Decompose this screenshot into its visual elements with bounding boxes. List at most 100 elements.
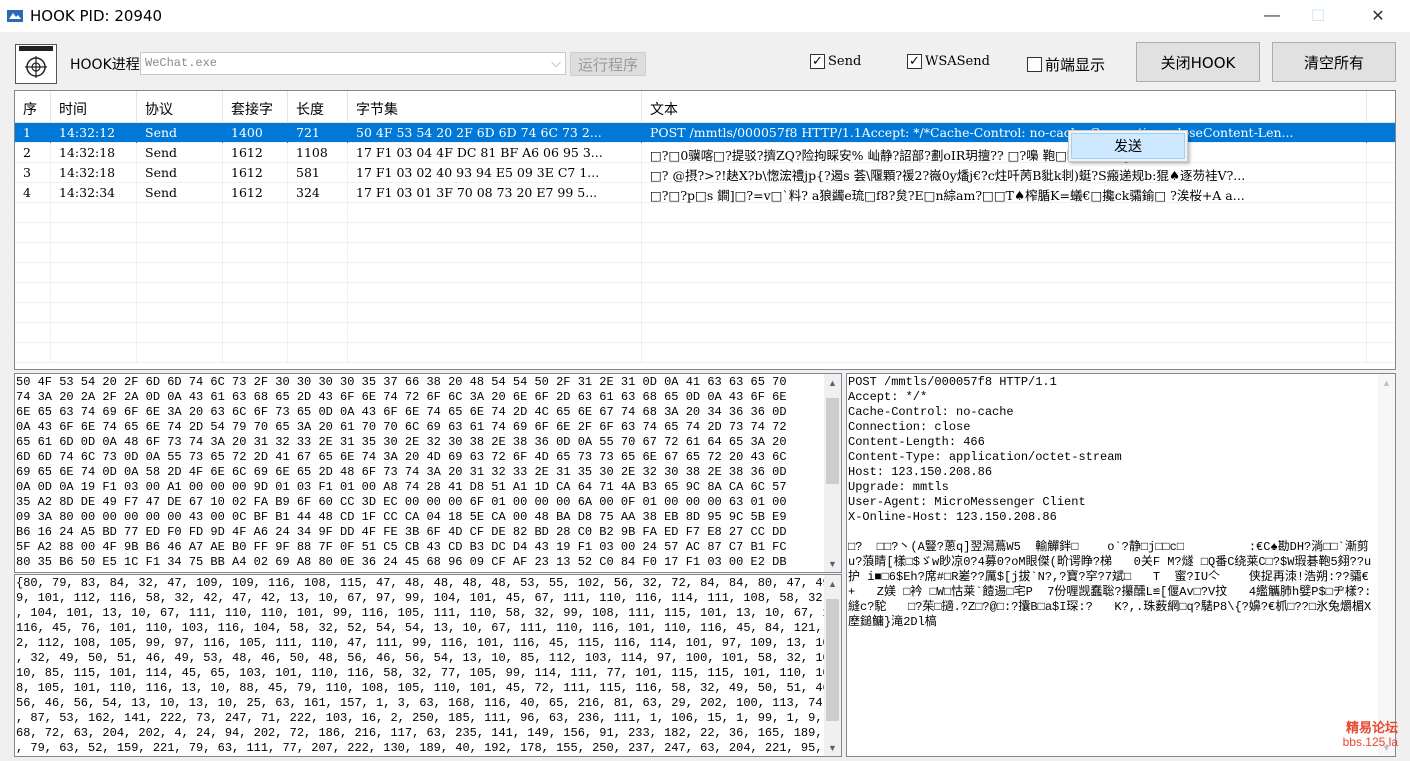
process-label: HOOK进程	[70, 57, 140, 73]
cell-filler	[1367, 323, 1395, 343]
wsasend-checkbox[interactable]: ✓ WSASend	[907, 54, 990, 69]
empty-table-row	[15, 263, 1395, 283]
cell-protocol: Send	[137, 143, 223, 163]
decimal-view-panel[interactable]: {80, 79, 83, 84, 32, 47, 109, 109, 116, …	[14, 574, 842, 757]
table-row[interactable]: 2 14:32:18 Send 1612 1108 17 F1 03 04 4F DC 8…	[15, 143, 1395, 163]
clear-all-button[interactable]: 清空所有	[1272, 42, 1396, 82]
chevron-down-icon[interactable]: ⌵	[551, 55, 561, 71]
run-program-button[interactable]: 运行程序	[570, 52, 646, 76]
cell-bytes	[348, 263, 642, 283]
close-hook-button[interactable]: 关闭HOOK	[1136, 42, 1260, 82]
context-menu: 发送	[1068, 130, 1188, 162]
cell-text: □?□0骥喀□?提驳?擠ZQ?险拘睬安% 屾静?詔部?劃oIR玥擅?? □?嘄 …	[642, 143, 1367, 163]
hex-view-panel[interactable]: 50 4F 53 54 20 2F 6D 6D 74 6C 73 2F 30 3…	[14, 373, 842, 573]
cell-length	[288, 263, 348, 283]
front-display-checkbox[interactable]: 前端显示	[1027, 54, 1105, 75]
cell-seq	[15, 303, 51, 323]
front-display-checkbox-box[interactable]	[1027, 57, 1042, 72]
cell-socket: 1612	[223, 143, 288, 163]
context-menu-send[interactable]: 发送	[1071, 133, 1185, 159]
hex-view-scroll-thumb[interactable]	[826, 398, 839, 484]
column-header-socket[interactable]: 套接字	[223, 91, 288, 123]
cell-text	[642, 323, 1367, 343]
cell-filler	[1367, 223, 1395, 243]
cell-bytes	[348, 243, 642, 263]
send-checkbox[interactable]: ✓ Send	[810, 54, 861, 69]
cell-socket	[223, 263, 288, 283]
cell-protocol	[137, 263, 223, 283]
text-line	[848, 525, 1373, 540]
decimal-view-scroll-thumb[interactable]	[826, 599, 839, 721]
cell-time: 14:32:34	[51, 183, 137, 203]
cell-socket: 1612	[223, 163, 288, 183]
text-line: X-Online-Host: 123.150.208.86	[848, 510, 1057, 524]
scroll-down-icon[interactable]: ▼	[824, 739, 841, 756]
cell-seq: 4	[15, 183, 51, 203]
column-header-protocol[interactable]: 协议	[137, 91, 223, 123]
text-line: , 79, 63, 52, 159, 221, 79, 63, 111, 77,…	[16, 741, 841, 755]
cell-seq: 3	[15, 163, 51, 183]
cell-socket: 1400	[223, 123, 288, 143]
send-checkbox-label: Send	[828, 54, 862, 69]
scroll-up-icon[interactable]: ▲	[824, 575, 841, 592]
scroll-up-icon[interactable]: ▲	[1378, 374, 1395, 391]
app-icon	[7, 10, 23, 22]
cell-filler	[1367, 263, 1395, 283]
table-row[interactable]: 1 14:32:12 Send 1400 721 50 4F 53 54 20 2F 6D…	[15, 123, 1395, 143]
cell-text	[642, 283, 1367, 303]
cell-text: □? @摂?>?!赽X?b\愡浤禮jp{?遏s 荟\隁顆?禐2?嶶0y燔j€?c…	[642, 163, 1367, 183]
text-line: , 32, 49, 50, 51, 46, 49, 53, 48, 46, 50…	[16, 651, 841, 665]
cell-seq	[15, 243, 51, 263]
text-view-text[interactable]: POST /mmtls/000057f8 HTTP/1.1 Accept: */*…	[848, 375, 1373, 630]
text-view-scrollbar[interactable]: ▲ ▼	[1378, 374, 1395, 756]
hex-view-text[interactable]: 50 4F 53 54 20 2F 6D 6D 74 6C 73 2F 30 3…	[16, 375, 787, 570]
cell-text	[642, 203, 1367, 223]
column-header-seq[interactable]: 序	[15, 91, 51, 123]
cell-text	[642, 243, 1367, 263]
cell-bytes	[348, 343, 642, 363]
cell-length: 581	[288, 163, 348, 183]
cell-socket	[223, 243, 288, 263]
packet-list[interactable]: 序 时间 协议 套接字 长度 字节集 文本 1 14:32:12 Send 1400 7…	[14, 90, 1396, 370]
text-view-panel[interactable]: POST /mmtls/000057f8 HTTP/1.1 Accept: */*…	[846, 373, 1396, 757]
cell-time	[51, 303, 137, 323]
cell-seq	[15, 223, 51, 243]
text-line: 2, 112, 108, 105, 99, 97, 116, 105, 111,…	[16, 636, 837, 650]
wsasend-checkbox-box[interactable]: ✓	[907, 54, 922, 69]
cell-length: 324	[288, 183, 348, 203]
cell-seq	[15, 323, 51, 343]
scroll-up-icon[interactable]: ▲	[824, 374, 841, 391]
text-line: 10, 85, 115, 101, 114, 45, 65, 103, 101,…	[16, 666, 841, 680]
cell-bytes	[348, 323, 642, 343]
cell-time: 14:32:18	[51, 143, 137, 163]
text-line: User-Agent: MicroMessenger Client	[848, 495, 1086, 509]
table-row[interactable]: 4 14:32:34 Send 1612 324 17 F1 03 01 3F 70 08…	[15, 183, 1395, 203]
decimal-view-scrollbar[interactable]: ▲ ▼	[824, 575, 841, 756]
text-line: 50 4F 53 54 20 2F 6D 6D 74 6C 73 2F 30 3…	[16, 375, 787, 389]
minimize-button[interactable]: —	[1249, 0, 1295, 32]
process-combobox[interactable]: WeChat.exe ⌵	[140, 52, 566, 75]
hex-view-scrollbar[interactable]: ▲ ▼	[824, 374, 841, 572]
cell-socket	[223, 203, 288, 223]
watermark-url: bbs.125.la	[1342, 735, 1398, 749]
column-header-time[interactable]: 时间	[51, 91, 137, 123]
maximize-button[interactable]: ☐	[1295, 0, 1341, 32]
text-line: 35 A2 8D DE 49 F7 47 DE 67 10 02 FA B9 6…	[16, 495, 787, 509]
column-header-bytes[interactable]: 字节集	[348, 91, 642, 123]
decimal-view-text[interactable]: {80, 79, 83, 84, 32, 47, 109, 109, 116, …	[16, 576, 841, 756]
text-line: 0A 0D 0A 19 F1 03 00 A1 00 00 00 9D 01 0…	[16, 480, 787, 494]
cell-filler	[1367, 283, 1395, 303]
table-row[interactable]: 3 14:32:18 Send 1612 581 17 F1 03 02 40 93 94…	[15, 163, 1395, 183]
send-checkbox-box[interactable]: ✓	[810, 54, 825, 69]
column-header-length[interactable]: 长度	[288, 91, 348, 123]
column-header-text[interactable]: 文本	[642, 91, 1367, 123]
cell-socket	[223, 223, 288, 243]
empty-table-row	[15, 283, 1395, 303]
cell-protocol	[137, 323, 223, 343]
text-line: Connection: close	[848, 420, 971, 434]
text-line: 56, 46, 56, 54, 13, 10, 13, 10, 25, 63, …	[16, 696, 841, 710]
scroll-down-icon[interactable]: ▼	[824, 555, 841, 572]
close-button[interactable]: ✕	[1355, 0, 1401, 32]
cell-filler	[1367, 123, 1395, 143]
process-picker-button[interactable]	[15, 44, 57, 84]
